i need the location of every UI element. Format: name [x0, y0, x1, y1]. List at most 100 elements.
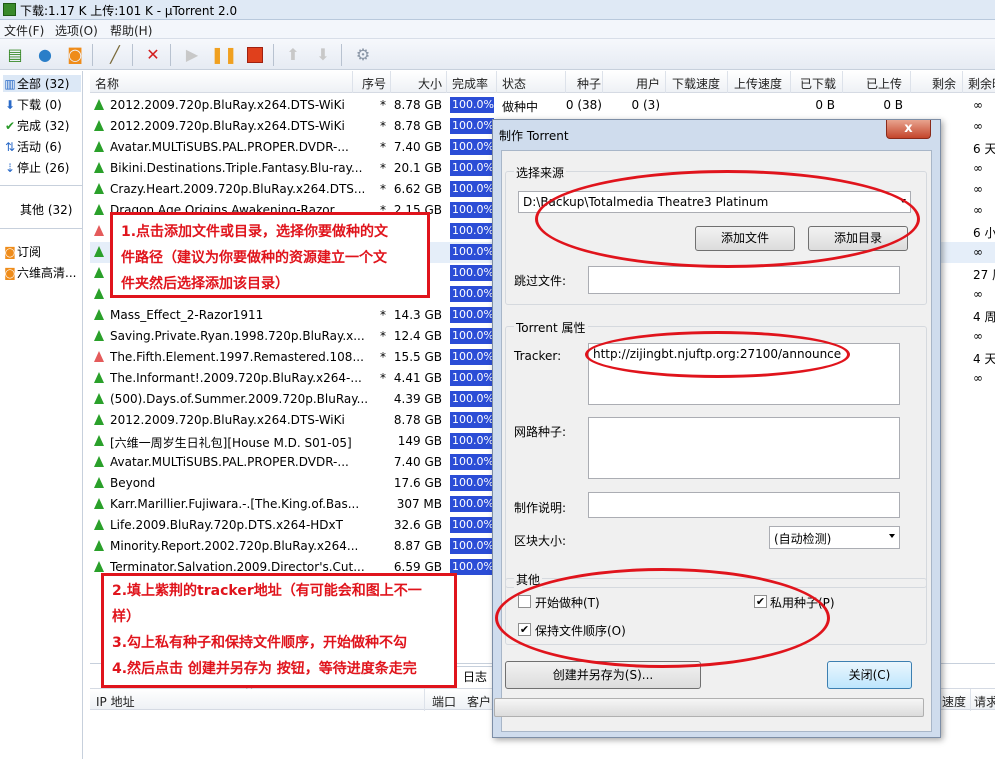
col-downloaded[interactable]: 已下载	[800, 75, 836, 92]
torrent-size: 12.4 GB	[393, 329, 442, 343]
torrent-remaining: 4 周	[973, 310, 995, 324]
comment-label: 制作说明:	[514, 501, 567, 515]
torrent-order: *	[380, 371, 386, 385]
status-arrow-icon	[94, 246, 104, 257]
torrent-size: 8.78 GB	[393, 413, 442, 427]
add-torrent-icon[interactable]: ▤	[3, 43, 27, 67]
torrent-progress: 100.0%	[450, 412, 494, 428]
torrent-progress: 100.0%	[450, 517, 494, 533]
col-speed[interactable]: 速度	[942, 693, 966, 710]
table-row[interactable]: 2012.2009.720p.BluRay.x264.DTS-WiKi * 8.78…	[90, 95, 995, 116]
sidebar-item-other[interactable]: 其他 (32)	[20, 201, 72, 218]
col-uploaded[interactable]: 已上传	[866, 75, 902, 92]
close-button[interactable]: 关闭(C)	[827, 661, 912, 689]
torrent-progress: 100.0%	[450, 139, 494, 155]
preferences-icon[interactable]: ⚙	[351, 43, 375, 67]
torrent-order: *	[380, 308, 386, 322]
col-name[interactable]: 名称	[95, 75, 119, 92]
torrent-remaining: ∞	[973, 245, 983, 259]
torrent-size: 307 MB	[396, 497, 442, 511]
status-arrow-icon	[94, 225, 104, 236]
col-done[interactable]: 完成率	[452, 75, 488, 92]
col-peers[interactable]: 用户	[636, 75, 660, 92]
window-title: 下载:1.17 K 上传:101 K - µTorrent 2.0	[20, 4, 238, 18]
torrent-remaining: ∞	[973, 203, 983, 217]
torrent-uploaded: 0 B	[883, 98, 903, 112]
col-eta[interactable]: 剩余时	[968, 75, 995, 92]
torrent-progress: 100.0%	[450, 370, 494, 386]
move-up-icon[interactable]: ⬆	[281, 43, 305, 67]
title-bar: 下载:1.17 K 上传:101 K - µTorrent 2.0	[0, 0, 995, 20]
highlight-ellipse-tracker	[585, 331, 850, 378]
tab-log[interactable]: 日志	[455, 666, 495, 686]
sidebar-feed-6v[interactable]: ◙六维高清...	[3, 264, 76, 281]
torrent-remaining: ∞	[973, 329, 983, 343]
torrent-progress: 100.0%	[450, 475, 494, 491]
move-down-icon[interactable]: ⬇	[311, 43, 335, 67]
status-arrow-icon	[94, 561, 104, 572]
torrent-remaining: ∞	[973, 371, 983, 385]
menu-file[interactable]: 文件(F)	[4, 22, 44, 39]
utorrent-logo-icon	[3, 3, 16, 16]
stopped-icon: ⇣	[4, 161, 16, 175]
torrent-order: *	[380, 350, 386, 364]
add-url-icon[interactable]: ●	[33, 43, 57, 67]
dialog-close-button[interactable]: x	[886, 120, 931, 139]
col-remaining[interactable]: 剩余	[932, 75, 956, 92]
remove-icon[interactable]: ✕	[141, 43, 165, 67]
check-icon: ✔	[4, 119, 16, 133]
torrent-remaining: ∞	[973, 161, 983, 175]
torrent-size: 20.1 GB	[393, 161, 442, 175]
torrent-downloaded: 0 B	[815, 98, 835, 112]
col-port[interactable]: 端口	[432, 693, 456, 710]
col-seeds[interactable]: 种子	[577, 75, 601, 92]
col-client[interactable]: 客户	[467, 693, 491, 710]
menu-options[interactable]: 选项(O)	[55, 22, 98, 39]
col-order[interactable]: 序号	[362, 75, 386, 92]
menu-help[interactable]: 帮助(H)	[110, 22, 152, 39]
col-ip[interactable]: IP 地址	[96, 693, 135, 710]
torrent-progress: 100.0%	[450, 223, 494, 239]
pause-icon[interactable]: ❚❚	[211, 43, 238, 67]
col-request[interactable]: 请求	[974, 693, 995, 710]
comment-input[interactable]	[588, 492, 900, 518]
status-arrow-icon	[94, 99, 104, 110]
stop-icon[interactable]	[243, 43, 267, 67]
sidebar-item-all[interactable]: ▥全部 (32)	[3, 75, 81, 92]
menu-bar: 文件(F) 选项(O) 帮助(H)	[0, 20, 995, 39]
piece-size-select[interactable]: (自动检测)	[769, 526, 900, 549]
torrent-size: 17.6 GB	[393, 476, 442, 490]
status-arrow-icon	[94, 372, 104, 383]
create-torrent-icon[interactable]: ╱	[103, 43, 127, 67]
torrent-progress: 100.0%	[450, 328, 494, 344]
sidebar-feed-subscribe[interactable]: ◙订阅	[3, 243, 41, 260]
col-size[interactable]: 大小	[418, 75, 442, 92]
torrent-progress: 100.0%	[450, 244, 494, 260]
start-icon[interactable]: ▶	[180, 43, 204, 67]
col-up-speed[interactable]: 上传速度	[734, 75, 782, 92]
torrent-progress: 100.0%	[450, 454, 494, 470]
sidebar-item-active[interactable]: ⇅ 活动 (6)	[3, 138, 62, 155]
webseed-input[interactable]	[588, 417, 900, 479]
skip-files-input[interactable]	[588, 266, 900, 294]
torrent-progress: 100.0%	[450, 391, 494, 407]
status-arrow-icon	[94, 309, 104, 320]
sidebar-item-stopped[interactable]: ⇣ 停止 (26)	[3, 159, 69, 176]
torrent-progress: 100.0%	[450, 160, 494, 176]
sidebar-item-download[interactable]: ⬇ 下载 (0)	[3, 96, 62, 113]
download-icon: ⬇	[4, 98, 16, 112]
chevron-down-icon	[889, 534, 895, 538]
col-status[interactable]: 状态	[502, 75, 526, 92]
torrent-remaining: ∞	[973, 119, 983, 133]
torrent-size: 4.41 GB	[393, 371, 442, 385]
torrent-progress: 100.0%	[450, 496, 494, 512]
rss-icon[interactable]: ◙	[63, 43, 87, 67]
torrent-order: *	[380, 98, 386, 112]
sidebar-item-completed[interactable]: ✔ 完成 (32)	[3, 117, 69, 134]
progress-bar	[494, 698, 924, 717]
status-arrow-icon	[94, 456, 104, 467]
col-down-speed[interactable]: 下载速度	[672, 75, 720, 92]
torrent-remaining: ∞	[973, 98, 983, 112]
toolbar: ▤ ● ◙ ╱ ✕ ▶ ❚❚ ⬆ ⬇ ⚙	[0, 39, 995, 70]
highlight-ellipse-options	[495, 568, 830, 668]
